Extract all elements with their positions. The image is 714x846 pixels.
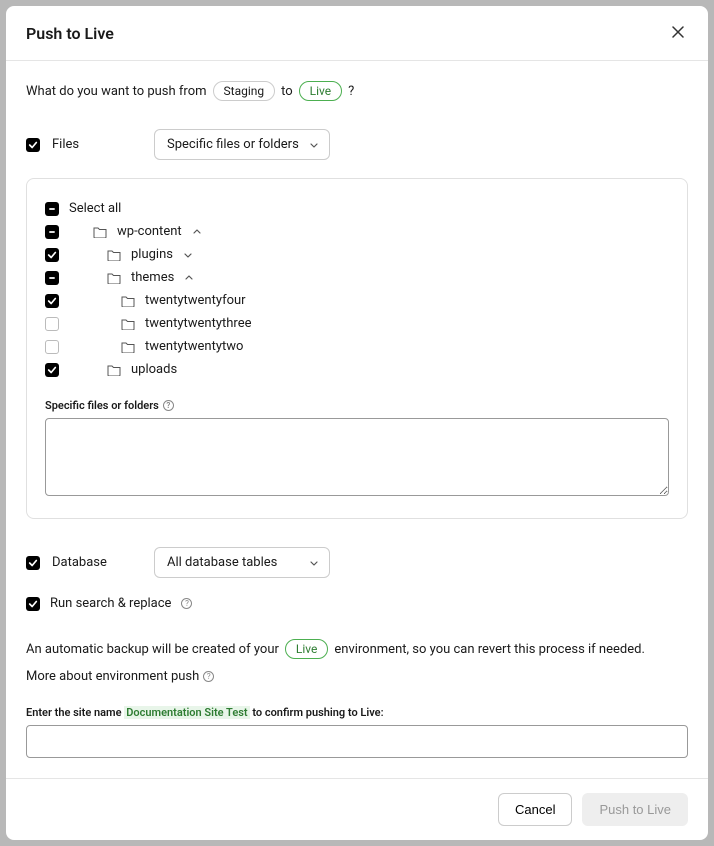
twentytwentytwo-label: twentytwentytwo	[145, 339, 243, 354]
themes-checkbox[interactable]	[45, 271, 59, 285]
database-mode-value: All database tables	[167, 555, 277, 570]
plugins-checkbox[interactable]	[45, 248, 59, 262]
plugins-label: plugins	[131, 247, 173, 262]
question-suffix: ?	[348, 84, 354, 99]
tree-row-uploads[interactable]: uploads	[45, 358, 669, 381]
twentytwentytwo-checkbox[interactable]	[45, 340, 59, 354]
backup-env-pill: Live	[285, 639, 328, 659]
tree-row-wp-content[interactable]: wp-content	[45, 220, 669, 243]
wp-content-label: wp-content	[117, 224, 182, 239]
chevron-up-icon[interactable]	[192, 227, 202, 237]
close-icon	[672, 26, 684, 38]
specific-files-label: Specific files or folders ?	[45, 399, 669, 412]
backup-suffix: environment, so you can revert this proc…	[334, 642, 645, 657]
confirm-label: Enter the site name Documentation Site T…	[26, 706, 688, 719]
search-replace-label: Run search & replace	[50, 596, 171, 611]
tree-row-twentytwentythree[interactable]: twentytwentythree	[45, 312, 669, 335]
twentytwentyfour-checkbox[interactable]	[45, 294, 59, 308]
search-replace-row: Run search & replace ?	[26, 596, 688, 611]
from-env-pill: Staging	[213, 81, 276, 101]
backup-prefix: An automatic backup will be created of y…	[26, 642, 279, 657]
tree-row-twentytwentytwo[interactable]: twentytwentytwo	[45, 335, 669, 358]
file-tree: Select all wp-content	[45, 197, 669, 381]
twentytwentyfour-label: twentytwentyfour	[145, 293, 246, 308]
files-mode-value: Specific files or folders	[167, 137, 299, 152]
themes-label: themes	[131, 270, 174, 285]
files-mode-select[interactable]: Specific files or folders	[154, 129, 330, 160]
close-button[interactable]	[668, 22, 688, 44]
modal-body: What do you want to push from Staging to…	[6, 61, 708, 778]
twentytwentythree-label: twentytwentythree	[145, 316, 251, 331]
info-icon[interactable]: ?	[181, 598, 192, 609]
uploads-label: uploads	[131, 362, 177, 377]
folder-icon	[107, 249, 121, 261]
folder-icon	[121, 295, 135, 307]
folder-icon	[121, 318, 135, 330]
chevron-up-icon[interactable]	[184, 273, 194, 283]
wp-content-checkbox[interactable]	[45, 225, 59, 239]
push-to-live-modal: Push to Live What do you want to push fr…	[6, 6, 708, 840]
push-to-live-button[interactable]: Push to Live	[582, 793, 688, 826]
chevron-down-icon	[309, 140, 319, 150]
info-icon[interactable]: ?	[203, 671, 214, 682]
select-all-checkbox[interactable]	[45, 202, 59, 216]
info-icon[interactable]: ?	[163, 400, 174, 411]
question-prefix: What do you want to push from	[26, 84, 207, 99]
cancel-button[interactable]: Cancel	[498, 793, 572, 826]
tree-row-plugins[interactable]: plugins	[45, 243, 669, 266]
search-replace-checkbox[interactable]	[26, 597, 40, 611]
chevron-down-icon	[309, 558, 319, 568]
learn-more-link[interactable]: More about environment push ?	[26, 669, 688, 684]
database-label: Database	[52, 555, 142, 570]
chevron-down-icon[interactable]	[183, 250, 193, 260]
question-to-word: to	[281, 84, 293, 99]
database-mode-select[interactable]: All database tables	[154, 547, 330, 578]
folder-icon	[107, 364, 121, 376]
files-checkbox[interactable]	[26, 138, 40, 152]
modal-title: Push to Live	[26, 24, 114, 43]
files-label: Files	[52, 137, 142, 152]
folder-icon	[121, 341, 135, 353]
files-section-header: Files Specific files or folders	[26, 129, 688, 160]
tree-row-twentytwentyfour[interactable]: twentytwentyfour	[45, 289, 669, 312]
confirm-site-name-input[interactable]	[26, 725, 688, 758]
tree-row-themes[interactable]: themes	[45, 266, 669, 289]
site-name-highlight: Documentation Site Test	[124, 706, 249, 719]
tree-row-select-all[interactable]: Select all	[45, 197, 669, 220]
uploads-checkbox[interactable]	[45, 363, 59, 377]
database-section-header: Database All database tables	[26, 547, 688, 578]
select-all-label: Select all	[69, 201, 121, 216]
to-env-pill: Live	[299, 81, 342, 101]
database-checkbox[interactable]	[26, 556, 40, 570]
specific-files-textarea[interactable]	[45, 418, 669, 496]
push-question: What do you want to push from Staging to…	[26, 81, 688, 101]
twentytwentythree-checkbox[interactable]	[45, 317, 59, 331]
folder-icon	[107, 272, 121, 284]
modal-header: Push to Live	[6, 6, 708, 61]
files-panel: Select all wp-content	[26, 178, 688, 519]
folder-icon	[93, 226, 107, 238]
backup-info: An automatic backup will be created of y…	[26, 639, 688, 659]
